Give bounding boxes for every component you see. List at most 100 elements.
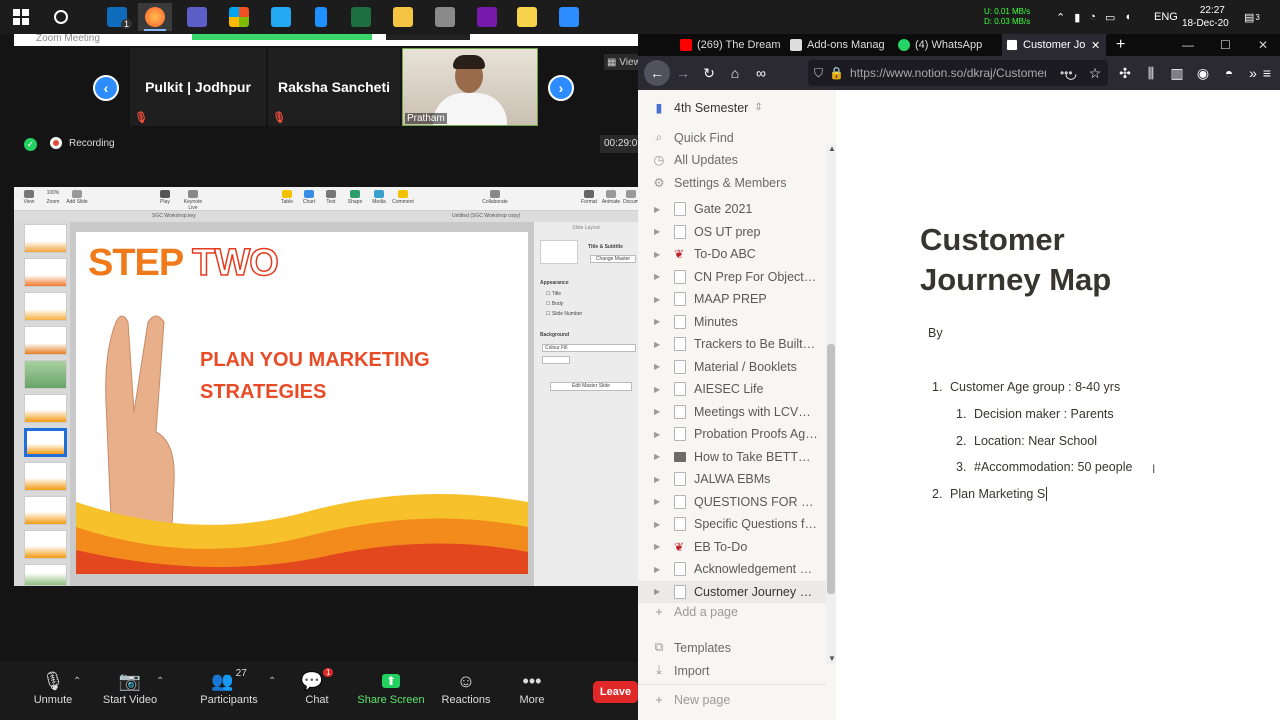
maximize-icon[interactable]: ☐	[1216, 34, 1231, 56]
current-slide[interactable]: STEP TWO PLAN YOU MARKETING STRATEGIES	[76, 232, 528, 574]
next-page-button[interactable]: ›	[548, 75, 574, 101]
sidebar-icon[interactable]: ▥	[1168, 64, 1186, 82]
sidebar-page[interactable]: ▶ MAAP PREP	[638, 288, 826, 310]
sidebar-page[interactable]: ▶ ❦ To-Do ABC	[638, 243, 826, 265]
workspace-switcher[interactable]: ▮ 4th Semester ⇕	[652, 100, 763, 116]
onenote-icon[interactable]	[470, 3, 504, 31]
sidebar-page[interactable]: ▶ JALWA EBMs	[638, 468, 826, 490]
slide-thumbnail[interactable]	[24, 462, 67, 491]
kn-zoom-button[interactable]: 100% Zoom	[40, 190, 66, 205]
share-screen-button[interactable]: ⬆ Share Screen	[351, 668, 431, 706]
usb-icon[interactable]: ▮	[1074, 11, 1080, 24]
zoom-icon[interactable]	[552, 3, 586, 31]
change-master-button[interactable]: Change Master	[590, 255, 636, 263]
vscode-icon[interactable]	[264, 3, 298, 31]
import[interactable]: ⤓ Import	[652, 663, 709, 678]
account-icon[interactable]: ◉	[1194, 64, 1212, 82]
slide-thumbnail[interactable]	[24, 326, 67, 355]
scrollbar-thumb[interactable]	[827, 344, 835, 594]
recording-indicator[interactable]: Recording	[50, 137, 115, 149]
more-button[interactable]: ••• More	[492, 668, 572, 707]
list-item-editing[interactable]: 2. Plan Marketing S	[932, 487, 1048, 501]
office-icon[interactable]	[222, 3, 256, 31]
notification-icon[interactable]: ▤ 3	[1244, 0, 1260, 34]
home-icon[interactable]: ⌂	[726, 64, 744, 82]
tab-notion-active[interactable]: Customer Jo ✕	[1002, 34, 1106, 56]
previous-page-button[interactable]: ‹	[93, 75, 119, 101]
leave-button[interactable]: Leave	[593, 681, 638, 703]
fill-select[interactable]: Colour Fill	[542, 344, 636, 352]
reader-icon[interactable]: ◓	[1220, 64, 1238, 82]
close-window-icon[interactable]: ✕	[1254, 34, 1268, 56]
sidebar-page[interactable]: ▶ Material / Booklets	[638, 356, 826, 378]
expand-triangle-icon[interactable]: ▶	[654, 542, 670, 551]
sidebar-page[interactable]: ▶ Minutes	[638, 311, 826, 333]
sidebar-page[interactable]: ▶ Specific Questions for...	[638, 513, 826, 535]
expand-triangle-icon[interactable]: ▶	[654, 587, 670, 596]
expand-triangle-icon[interactable]: ▶	[654, 565, 670, 574]
slide-thumbnail-selected[interactable]	[24, 428, 67, 457]
scroll-down-icon[interactable]: ▼	[828, 654, 836, 663]
kn-live-button[interactable]: Keynote Live	[180, 190, 206, 211]
participants-chevron-icon[interactable]: ⌃	[268, 676, 276, 687]
sidebar-scrollbar[interactable]: ▲ ▼	[826, 144, 836, 664]
master-preview[interactable]	[540, 240, 578, 264]
teams-icon[interactable]	[180, 3, 214, 31]
sidebar-page[interactable]: ▶ OS UT prep	[638, 221, 826, 243]
body-checkbox[interactable]: ☐ Body	[546, 301, 563, 307]
sidebar-page[interactable]: ▶ Probation Proofs Agai...	[638, 423, 826, 445]
tab-whatsapp[interactable]: (4) WhatsApp	[894, 34, 1000, 56]
sidebar-page[interactable]: ▶ Acknowledgement of ...	[638, 558, 826, 580]
expand-triangle-icon[interactable]: ▶	[654, 385, 670, 394]
list-item[interactable]: 1. Customer Age group : 8-40 yrs	[932, 380, 1120, 394]
forward-arrow-icon[interactable]: →	[674, 64, 692, 82]
list-item[interactable]: 3. #Accommodation: 50 people	[956, 460, 1132, 474]
expand-triangle-icon[interactable]: ▶	[654, 205, 670, 214]
expand-triangle-icon[interactable]: ▶	[654, 250, 670, 259]
kn-media-button[interactable]: Media	[366, 190, 392, 205]
mask-icon[interactable]: ∞	[752, 64, 770, 82]
byline[interactable]: By	[928, 326, 943, 340]
battery-icon[interactable]: ▭	[1105, 11, 1115, 24]
start-video-button[interactable]: 📷 Start Video	[90, 668, 170, 707]
sidebar-page[interactable]: ▶ AIESEC Life	[638, 378, 826, 400]
page-title[interactable]: Customer Journey Map	[920, 220, 1111, 300]
expand-triangle-icon[interactable]: ▶	[654, 452, 670, 461]
menu-icon[interactable]: ≡	[1258, 64, 1276, 82]
scroll-up-icon[interactable]: ▲	[828, 144, 836, 153]
colour-well[interactable]	[542, 356, 570, 364]
search-icon[interactable]	[44, 3, 78, 31]
excel-icon[interactable]	[344, 3, 378, 31]
add-page[interactable]: + Add a page	[652, 605, 738, 619]
expand-triangle-icon[interactable]: ▶	[654, 407, 670, 416]
slide-thumbnail[interactable]	[24, 360, 67, 389]
minimize-icon[interactable]: —	[1178, 34, 1194, 56]
slide-thumbnail[interactable]	[24, 258, 67, 287]
phone-icon[interactable]	[304, 3, 338, 31]
audio-options-chevron-icon[interactable]: ⌃	[73, 676, 81, 687]
extensions-icon[interactable]: ✣	[1116, 64, 1134, 82]
participants-button[interactable]: 👥 27 Participants	[189, 668, 269, 706]
expand-triangle-icon[interactable]: ▶	[654, 317, 670, 326]
library-icon[interactable]: ⫼	[1142, 64, 1160, 82]
kn-play-button[interactable]: Play	[152, 190, 178, 205]
templates[interactable]: ⧉ Templates	[652, 640, 731, 655]
calculator-icon[interactable]	[428, 3, 462, 31]
kn-comment-button[interactable]: Comment	[390, 190, 416, 205]
tab-addons[interactable]: Add-ons Manag	[786, 34, 892, 56]
chat-button[interactable]: 💬 1 Chat	[277, 668, 357, 706]
expand-triangle-icon[interactable]: ▶	[654, 430, 670, 439]
sidebar-page[interactable]: ▶ Trackers to Be Built for	[638, 333, 826, 355]
encryption-shield-icon[interactable]: ✓	[24, 138, 37, 151]
zoom-view-options-tab[interactable]	[386, 34, 470, 40]
kn-add-slide-button[interactable]: Add Slide	[64, 190, 90, 205]
shield-icon[interactable]: ⛉	[814, 66, 823, 81]
language-indicator[interactable]: ENG	[1154, 0, 1178, 34]
new-page[interactable]: + New page	[652, 693, 730, 707]
expand-triangle-icon[interactable]: ▶	[654, 475, 670, 484]
expand-triangle-icon[interactable]: ▶	[654, 340, 670, 349]
bookmark-star-icon[interactable]: ☆	[1086, 64, 1104, 82]
expand-triangle-icon[interactable]: ▶	[654, 227, 670, 236]
view-button[interactable]: ▦ View	[604, 54, 641, 70]
chevron-up-icon[interactable]: ⌃	[1056, 11, 1065, 24]
